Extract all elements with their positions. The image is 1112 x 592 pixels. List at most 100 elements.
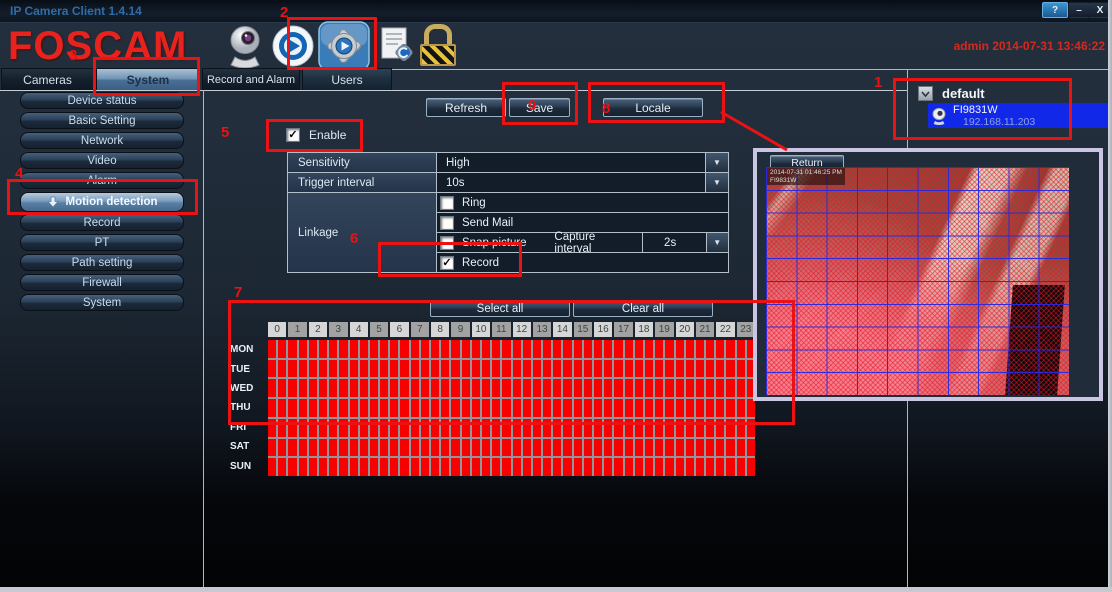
- schedule-cell-sat-21[interactable]: [482, 439, 490, 457]
- schedule-cell-sat-4[interactable]: [309, 439, 317, 457]
- schedule-cell-wed-18[interactable]: [451, 379, 459, 397]
- schedule-cell-sun-4[interactable]: [309, 458, 317, 476]
- schedule-cell-mon-38[interactable]: [655, 340, 663, 358]
- schedule-cell-fri-38[interactable]: [655, 419, 663, 437]
- schedule-cell-fri-43[interactable]: [706, 419, 714, 437]
- hour-header-16[interactable]: 16: [594, 322, 612, 337]
- schedule-cell-wed-12[interactable]: [390, 379, 398, 397]
- schedule-cell-fri-12[interactable]: [390, 419, 398, 437]
- schedule-cell-tue-32[interactable]: [594, 360, 602, 378]
- lock-icon[interactable]: [420, 24, 456, 66]
- schedule-cell-tue-19[interactable]: [462, 360, 470, 378]
- sidebar-item-network[interactable]: Network: [20, 132, 184, 149]
- schedule-cell-mon-21[interactable]: [482, 340, 490, 358]
- schedule-cell-sat-32[interactable]: [594, 439, 602, 457]
- schedule-cell-fri-34[interactable]: [614, 419, 622, 437]
- schedule-cell-tue-43[interactable]: [706, 360, 714, 378]
- schedule-cell-mon-11[interactable]: [380, 340, 388, 358]
- sidebar-item-firewall[interactable]: Firewall: [20, 274, 184, 291]
- schedule-cell-mon-10[interactable]: [370, 340, 378, 358]
- schedule-cell-thu-16[interactable]: [431, 399, 439, 417]
- schedule-cell-sat-17[interactable]: [441, 439, 449, 457]
- schedule-cell-wed-7[interactable]: [339, 379, 347, 397]
- schedule-cell-sun-34[interactable]: [614, 458, 622, 476]
- schedule-cell-sun-8[interactable]: [350, 458, 358, 476]
- schedule-cell-sun-40[interactable]: [676, 458, 684, 476]
- schedule-cell-sun-16[interactable]: [431, 458, 439, 476]
- schedule-cell-mon-22[interactable]: [492, 340, 500, 358]
- schedule-cell-mon-25[interactable]: [523, 340, 531, 358]
- hour-header-2[interactable]: 2: [309, 322, 327, 337]
- schedule-cell-tue-36[interactable]: [635, 360, 643, 378]
- schedule-cell-thu-44[interactable]: [716, 399, 724, 417]
- schedule-cell-sun-33[interactable]: [604, 458, 612, 476]
- schedule-cell-mon-19[interactable]: [462, 340, 470, 358]
- schedule-cell-fri-17[interactable]: [441, 419, 449, 437]
- schedule-cell-thu-30[interactable]: [574, 399, 582, 417]
- sidebar-item-path-setting[interactable]: Path setting: [20, 254, 184, 271]
- hour-header-20[interactable]: 20: [676, 322, 694, 337]
- schedule-cell-wed-46[interactable]: [737, 379, 745, 397]
- schedule-cell-mon-39[interactable]: [665, 340, 673, 358]
- schedule-cell-wed-26[interactable]: [533, 379, 541, 397]
- schedule-cell-wed-0[interactable]: [268, 379, 276, 397]
- schedule-cell-wed-15[interactable]: [421, 379, 429, 397]
- schedule-cell-fri-0[interactable]: [268, 419, 276, 437]
- schedule-cell-fri-13[interactable]: [400, 419, 408, 437]
- schedule-cell-mon-35[interactable]: [625, 340, 633, 358]
- schedule-cell-mon-4[interactable]: [309, 340, 317, 358]
- schedule-cell-thu-27[interactable]: [543, 399, 551, 417]
- schedule-cell-fri-44[interactable]: [716, 419, 724, 437]
- schedule-cell-fri-40[interactable]: [676, 419, 684, 437]
- schedule-cell-sat-37[interactable]: [645, 439, 653, 457]
- schedule-cell-fri-7[interactable]: [339, 419, 347, 437]
- ring-checkbox[interactable]: [440, 196, 454, 210]
- playback-icon[interactable]: [272, 25, 314, 72]
- schedule-cell-thu-2[interactable]: [288, 399, 296, 417]
- schedule-cell-sat-25[interactable]: [523, 439, 531, 457]
- schedule-cell-tue-29[interactable]: [563, 360, 571, 378]
- hour-header-11[interactable]: 11: [492, 322, 510, 337]
- schedule-cell-tue-14[interactable]: [411, 360, 419, 378]
- schedule-cell-tue-20[interactable]: [472, 360, 480, 378]
- sidebar-item-motion-detection[interactable]: Motion detection: [20, 192, 184, 212]
- schedule-cell-mon-18[interactable]: [451, 340, 459, 358]
- schedule-cell-fri-46[interactable]: [737, 419, 745, 437]
- schedule-cell-fri-19[interactable]: [462, 419, 470, 437]
- schedule-cell-tue-5[interactable]: [319, 360, 327, 378]
- schedule-cell-wed-2[interactable]: [288, 379, 296, 397]
- schedule-cell-fri-37[interactable]: [645, 419, 653, 437]
- schedule-cell-sun-21[interactable]: [482, 458, 490, 476]
- schedule-cell-sat-46[interactable]: [737, 439, 745, 457]
- schedule-cell-mon-42[interactable]: [696, 340, 704, 358]
- schedule-cell-fri-42[interactable]: [696, 419, 704, 437]
- schedule-cell-fri-21[interactable]: [482, 419, 490, 437]
- schedule-cell-fri-15[interactable]: [421, 419, 429, 437]
- schedule-cell-mon-16[interactable]: [431, 340, 439, 358]
- schedule-cell-mon-45[interactable]: [726, 340, 734, 358]
- schedule-cell-tue-4[interactable]: [309, 360, 317, 378]
- enable-checkbox[interactable]: [286, 128, 300, 142]
- schedule-cell-mon-17[interactable]: [441, 340, 449, 358]
- schedule-cell-wed-40[interactable]: [676, 379, 684, 397]
- schedule-cell-thu-37[interactable]: [645, 399, 653, 417]
- tab-system[interactable]: System: [96, 68, 200, 90]
- schedule-cell-sun-6[interactable]: [329, 458, 337, 476]
- schedule-cell-mon-41[interactable]: [686, 340, 694, 358]
- schedule-cell-thu-10[interactable]: [370, 399, 378, 417]
- capture-dropdown-arrow-icon[interactable]: ▼: [706, 233, 729, 252]
- schedule-cell-fri-1[interactable]: [278, 419, 286, 437]
- trigger-dropdown-arrow-icon[interactable]: ▼: [705, 173, 728, 192]
- schedule-cell-fri-3[interactable]: [299, 419, 307, 437]
- schedule-cell-mon-30[interactable]: [574, 340, 582, 358]
- schedule-cell-mon-15[interactable]: [421, 340, 429, 358]
- schedule-cell-mon-32[interactable]: [594, 340, 602, 358]
- refresh-button[interactable]: Refresh: [426, 98, 506, 117]
- schedule-cell-mon-0[interactable]: [268, 340, 276, 358]
- schedule-cell-fri-36[interactable]: [635, 419, 643, 437]
- schedule-cell-sun-27[interactable]: [543, 458, 551, 476]
- schedule-cell-wed-17[interactable]: [441, 379, 449, 397]
- camera-tree-selected-row[interactable]: FI9831W 192.168.11.203: [928, 103, 1108, 128]
- schedule-cell-wed-44[interactable]: [716, 379, 724, 397]
- schedule-cell-wed-6[interactable]: [329, 379, 337, 397]
